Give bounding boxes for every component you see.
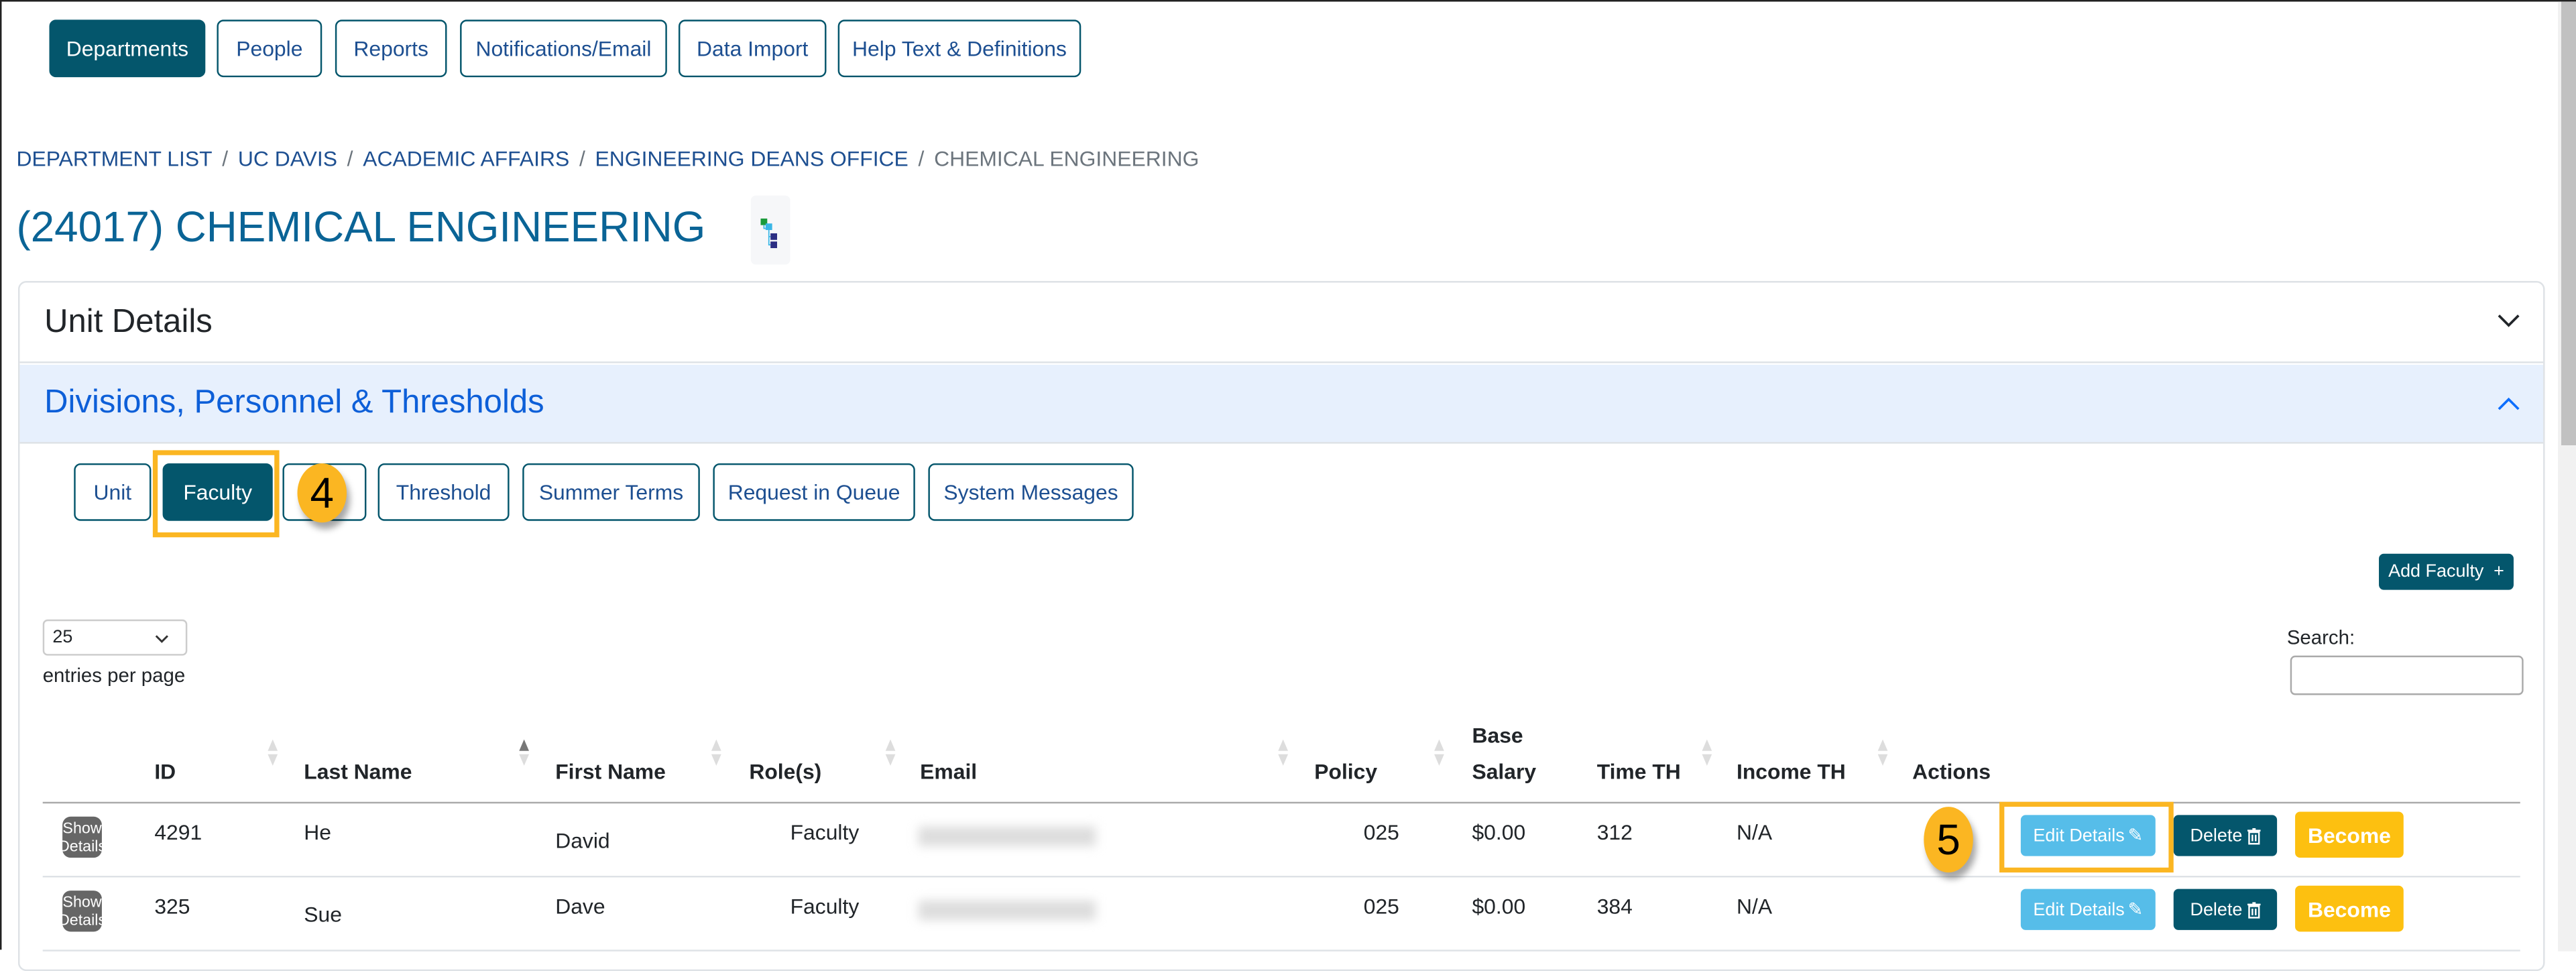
subtab-threshold[interactable]: Threshold bbox=[377, 463, 510, 521]
sort-first-icon[interactable] bbox=[711, 739, 721, 766]
breadcrumb: DEPARTMENT LIST / UC DAVIS / ACADEMIC AFFAIR… bbox=[17, 145, 1199, 174]
become-button[interactable]: Become bbox=[2295, 811, 2404, 858]
column-header-id[interactable]: ID bbox=[154, 759, 176, 784]
breadcrumb-current: CHEMICAL ENGINEERING bbox=[934, 146, 1199, 171]
cell-income-th: N/A bbox=[1736, 819, 1773, 845]
cell-policy: 025 bbox=[1363, 819, 1399, 845]
accordion-divisions[interactable]: Divisions, Personnel & Thresholds bbox=[19, 364, 2544, 444]
edit-details-button[interactable]: Edit Details ✎ bbox=[2020, 889, 2156, 930]
nav-notifications-email[interactable]: Notifications/Email bbox=[460, 19, 667, 78]
add-faculty-button[interactable]: Add Faculty + bbox=[2379, 553, 2514, 590]
cell-time-th: 384 bbox=[1596, 893, 1633, 919]
plus-icon: + bbox=[2494, 562, 2504, 582]
breadcrumb-engineering-deans-office[interactable]: ENGINEERING DEANS OFFICE bbox=[595, 146, 909, 171]
accordion-unit-details[interactable]: Unit Details bbox=[19, 282, 2544, 363]
nav-data-import[interactable]: Data Import bbox=[678, 19, 827, 78]
nav-departments[interactable]: Departments bbox=[49, 19, 206, 78]
delete-label: Delete bbox=[2190, 825, 2243, 846]
edit-details-label: Edit Details bbox=[2033, 899, 2125, 919]
row-divider bbox=[42, 950, 2520, 952]
column-header-time-th[interactable]: Time TH bbox=[1597, 759, 1681, 784]
cell-time-th: 312 bbox=[1596, 819, 1633, 845]
cell-roles: Faculty bbox=[790, 819, 860, 845]
search-input[interactable] bbox=[2290, 655, 2524, 695]
breadcrumb-separator: / bbox=[222, 146, 229, 171]
cell-policy: 025 bbox=[1363, 893, 1399, 919]
subtab-summer-terms[interactable]: Summer Terms bbox=[522, 463, 700, 521]
trash-icon bbox=[2247, 901, 2261, 918]
delete-button[interactable]: Delete bbox=[2173, 815, 2278, 856]
column-header-first-name[interactable]: First Name bbox=[555, 759, 666, 784]
breadcrumb-uc-davis[interactable]: UC DAVIS bbox=[238, 146, 337, 171]
breadcrumb-academic-affairs[interactable]: ACADEMIC AFFAIRS bbox=[363, 146, 569, 171]
nav-help-text[interactable]: Help Text & Definitions bbox=[837, 19, 1081, 78]
column-header-income-th[interactable]: Income TH bbox=[1737, 759, 1846, 784]
accordion-divisions-title: Divisions, Personnel & Thresholds bbox=[44, 384, 544, 421]
cell-first-name: David bbox=[555, 827, 610, 853]
column-header-actions: Actions bbox=[1912, 759, 1991, 784]
search-label: Search: bbox=[2286, 626, 2355, 649]
cell-email-redacted bbox=[918, 900, 1096, 921]
sort-email-icon[interactable] bbox=[1278, 739, 1289, 766]
add-faculty-label: Add Faculty bbox=[2388, 562, 2484, 582]
breadcrumb-department-list[interactable]: DEPARTMENT LIST bbox=[17, 146, 213, 171]
cell-last-name: He bbox=[304, 819, 332, 845]
cell-base-salary: $0.00 bbox=[1472, 819, 1526, 845]
breadcrumb-separator: / bbox=[347, 146, 353, 171]
step-callout-5: 5 bbox=[1924, 807, 1973, 873]
sort-roles-icon[interactable] bbox=[885, 739, 896, 766]
pencil-icon: ✎ bbox=[2127, 900, 2144, 921]
entries-per-page-select[interactable]: 25 bbox=[42, 619, 188, 656]
cell-roles: Faculty bbox=[790, 893, 860, 919]
sort-last-icon[interactable] bbox=[519, 739, 529, 766]
become-button[interactable]: Become bbox=[2295, 885, 2404, 932]
column-header-base-salary[interactable]: Salary bbox=[1472, 759, 1536, 784]
cell-income-th: N/A bbox=[1736, 893, 1773, 919]
subtab-unit[interactable]: Unit bbox=[74, 463, 152, 521]
column-header-base-line1[interactable]: Base bbox=[1472, 723, 1523, 748]
column-header-roles[interactable]: Role(s) bbox=[749, 759, 821, 784]
row-divider bbox=[42, 876, 2520, 878]
highlight-box-edit-details bbox=[1999, 801, 2174, 873]
nav-reports[interactable]: Reports bbox=[335, 19, 447, 78]
sort-time-icon[interactable] bbox=[1702, 739, 1712, 766]
cell-first-name: Dave bbox=[555, 893, 605, 919]
subtab-request-in-queue[interactable]: Request in Queue bbox=[713, 463, 915, 521]
step-callout-4: 4 bbox=[297, 463, 347, 523]
cell-id: 4291 bbox=[154, 819, 202, 845]
trash-icon bbox=[2247, 827, 2261, 844]
accordion-unit-details-title: Unit Details bbox=[44, 303, 213, 339]
column-header-email[interactable]: Email bbox=[920, 759, 977, 784]
breadcrumb-separator: / bbox=[918, 146, 925, 171]
page-title: (24017) CHEMICAL ENGINEERING bbox=[16, 202, 706, 251]
breadcrumb-separator: / bbox=[579, 146, 585, 171]
cell-base-salary: $0.00 bbox=[1472, 893, 1526, 919]
show-details-button[interactable]: Show Details bbox=[58, 891, 106, 932]
entries-per-page-label: entries per page bbox=[42, 663, 186, 687]
column-header-last-name[interactable]: Last Name bbox=[304, 759, 412, 784]
cell-id: 325 bbox=[154, 893, 190, 919]
sort-id-icon[interactable] bbox=[268, 739, 278, 766]
chevron-down-icon bbox=[155, 635, 168, 643]
chevron-down-icon bbox=[2498, 315, 2520, 327]
entries-value: 25 bbox=[52, 628, 73, 648]
show-details-button[interactable]: Show Details bbox=[58, 816, 106, 858]
subtab-system-messages[interactable]: System Messages bbox=[928, 463, 1134, 521]
page: Departments People Reports Notifications… bbox=[0, 0, 2576, 971]
scrollbar[interactable] bbox=[2558, 1, 2576, 952]
cell-last-name: Sue bbox=[304, 902, 343, 927]
cell-email-redacted bbox=[918, 826, 1096, 846]
nav-people[interactable]: People bbox=[217, 19, 323, 78]
scrollbar-thumb[interactable] bbox=[2561, 1, 2576, 446]
delete-label: Delete bbox=[2190, 899, 2243, 919]
sort-income-icon[interactable] bbox=[1877, 739, 1888, 766]
highlight-box-faculty bbox=[152, 450, 280, 538]
sort-policy-icon[interactable] bbox=[1434, 739, 1444, 766]
delete-button[interactable]: Delete bbox=[2173, 889, 2278, 930]
column-header-policy[interactable]: Policy bbox=[1314, 759, 1377, 784]
chevron-up-icon bbox=[2498, 397, 2520, 410]
hierarchy-tree-icon[interactable] bbox=[750, 195, 791, 265]
